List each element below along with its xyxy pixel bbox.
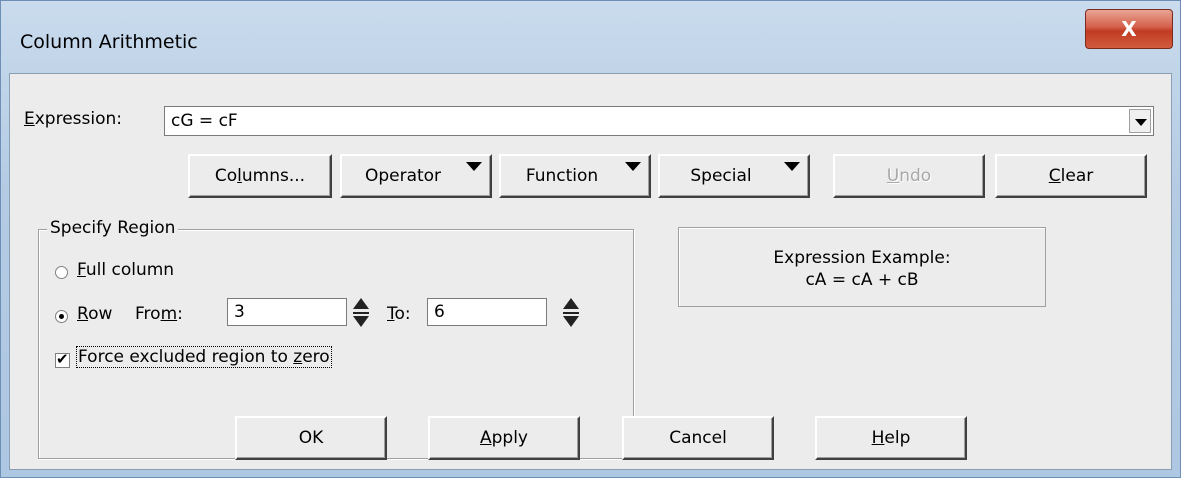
special-button[interactable]: Special	[658, 154, 810, 198]
window-title: Column Arithmetic	[20, 31, 198, 53]
force-zero-checkbox[interactable]	[55, 350, 70, 368]
force-zero-label[interactable]: Force excluded region to zero	[76, 346, 332, 368]
close-icon: X	[1121, 17, 1137, 41]
from-spinner-icon[interactable]	[352, 296, 370, 332]
from-label: From:	[135, 304, 183, 324]
to-label: To:	[387, 304, 411, 324]
row-label[interactable]: Row	[77, 304, 112, 324]
columns-button[interactable]: Columns...	[188, 154, 332, 198]
special-menu-arrow-icon	[784, 162, 800, 171]
example-title: Expression Example:	[773, 248, 951, 268]
expression-combobox[interactable]: cG = cF	[164, 106, 1154, 136]
expression-label: Expression:	[24, 109, 123, 129]
apply-button[interactable]: Apply	[428, 416, 580, 460]
dialog-client: Expression: cG = cF Columns... Operator …	[9, 73, 1172, 470]
to-input[interactable]: 6	[427, 298, 547, 326]
dialog-window: Column Arithmetic X Expression: cG = cF …	[0, 0, 1181, 478]
example-expression: cA = cA + cB	[805, 270, 919, 290]
help-button[interactable]: Help	[815, 416, 967, 460]
ok-button[interactable]: OK	[235, 416, 387, 460]
operator-menu-arrow-icon	[466, 162, 482, 171]
full-column-radio[interactable]	[55, 266, 68, 279]
expression-dropdown-icon[interactable]	[1129, 109, 1151, 133]
function-menu-arrow-icon	[625, 162, 641, 171]
specify-region-title: Specify Region	[47, 218, 179, 238]
full-column-label[interactable]: Full column	[77, 260, 174, 280]
to-spinner-icon[interactable]	[562, 296, 580, 332]
expression-value[interactable]: cG = cF	[171, 111, 238, 131]
operator-button[interactable]: Operator	[340, 154, 492, 198]
close-button[interactable]: X	[1085, 9, 1173, 49]
expression-example-box: Expression Example: cA = cA + cB	[678, 227, 1046, 307]
function-button[interactable]: Function	[499, 154, 651, 198]
cancel-button[interactable]: Cancel	[622, 416, 774, 460]
clear-button[interactable]: Clear	[995, 154, 1147, 198]
undo-button[interactable]: Undo	[833, 154, 985, 198]
from-input[interactable]: 3	[227, 298, 347, 326]
row-radio[interactable]	[55, 310, 68, 323]
